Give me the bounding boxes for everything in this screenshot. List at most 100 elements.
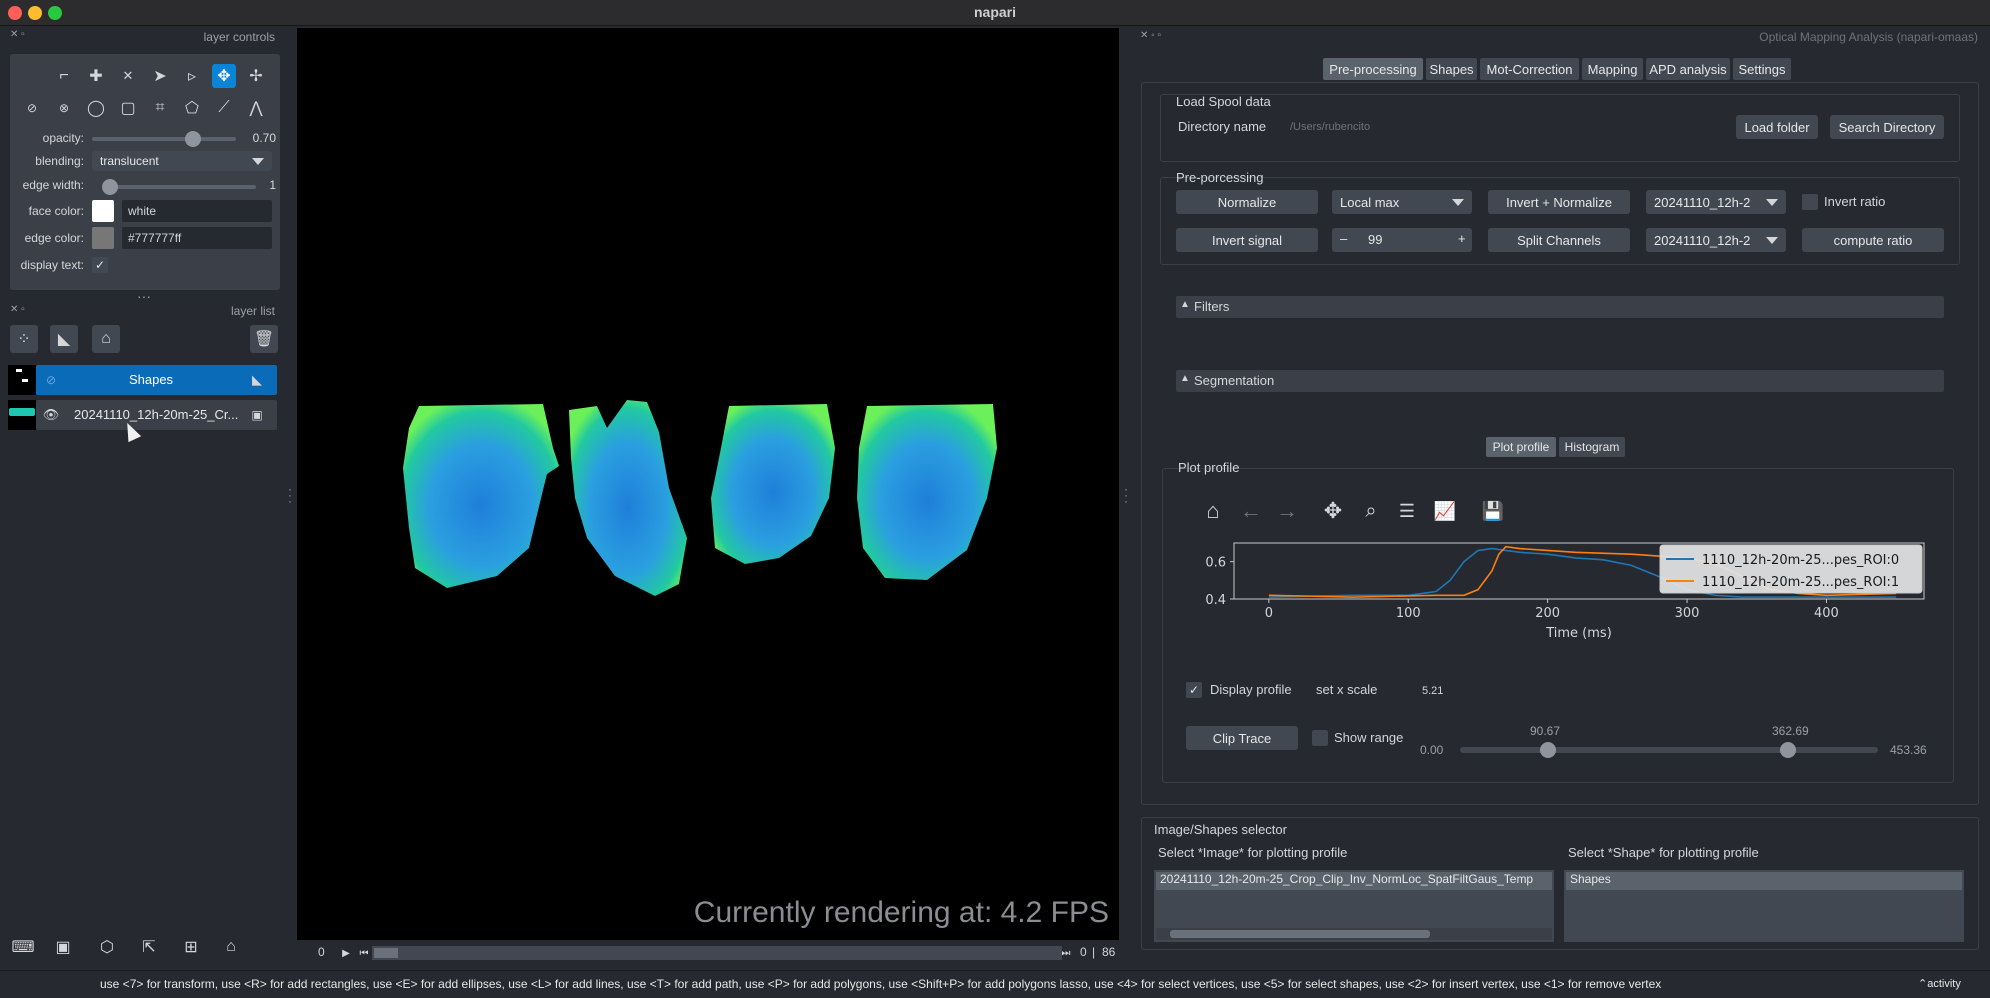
layer-row-shapes[interactable]: ⊘ Shapes ◣ xyxy=(36,365,277,395)
home-icon[interactable]: ⌂ xyxy=(1200,498,1226,524)
visibility-on-icon[interactable]: 👁 xyxy=(42,406,60,424)
invert-signal-button[interactable]: Invert signal xyxy=(1176,228,1318,252)
dock-float-icons[interactable]: ✕ ▫ xyxy=(10,29,25,40)
spin-plus-button[interactable]: + xyxy=(1458,231,1466,246)
move-front-icon[interactable]: ⊗ xyxy=(52,96,76,120)
opacity-slider-handle[interactable] xyxy=(184,131,201,147)
range-slider-track[interactable] xyxy=(1460,747,1878,753)
subplots-config-icon[interactable]: ☰ xyxy=(1394,498,1420,524)
face-color-swatch[interactable] xyxy=(92,200,114,222)
display-text-checkbox[interactable]: ✓ xyxy=(92,257,108,273)
add-path-icon[interactable]: ⋀ xyxy=(244,96,268,120)
image-list-item[interactable]: 20241110_12h-20m-25_Crop_Clip_Inv_NormLo… xyxy=(1156,872,1552,890)
image-select-2[interactable]: 20241110_12h-2 xyxy=(1646,228,1786,252)
display-profile-label: Display profile xyxy=(1210,682,1292,697)
image-select-1[interactable]: 20241110_12h-2 xyxy=(1646,190,1786,214)
edge-width-slider-handle[interactable] xyxy=(102,179,118,195)
back-arrow-icon[interactable]: ← xyxy=(1238,498,1264,524)
split-channels-button[interactable]: Split Channels xyxy=(1488,228,1630,252)
add-line-icon[interactable]: ⟋ xyxy=(212,96,236,120)
normalize-method-select[interactable]: Local max xyxy=(1332,190,1472,214)
select-shapes-icon[interactable]: ➤ xyxy=(148,64,172,88)
edge-color-field[interactable]: #777777ff xyxy=(122,227,272,249)
add-polygon-lasso-icon[interactable]: ⌗ xyxy=(148,96,172,120)
delete-shape-icon[interactable]: ✕ xyxy=(116,64,140,88)
invert-normalize-button[interactable]: Invert + Normalize xyxy=(1488,190,1630,214)
layer-list-float-icons[interactable]: ✕ ▫ xyxy=(10,304,25,315)
transform-move-icon[interactable]: ✥ xyxy=(212,64,236,88)
dock-splitter-handle[interactable]: ··· xyxy=(136,288,152,304)
rotate-icon[interactable]: ✢ xyxy=(244,64,268,88)
new-shapes-layer-icon[interactable]: ◣ xyxy=(50,325,78,353)
range-slider-high-handle[interactable] xyxy=(1780,742,1796,758)
left-splitter-handle[interactable]: · · · xyxy=(286,483,294,507)
shape-list-item[interactable]: Shapes xyxy=(1566,872,1962,890)
show-range-checkbox[interactable] xyxy=(1312,730,1328,746)
tab-pre-processing[interactable]: Pre-processing xyxy=(1323,58,1423,80)
blending-select[interactable]: translucent xyxy=(92,151,272,171)
edge-color-swatch[interactable] xyxy=(92,227,114,249)
invert-ratio-checkbox[interactable] xyxy=(1802,194,1818,210)
directory-input[interactable]: /Users/rubencito xyxy=(1284,115,1730,139)
tab-histogram[interactable]: Histogram xyxy=(1559,437,1625,457)
right-splitter-handle[interactable]: · · · xyxy=(1122,483,1130,507)
zoom-icon[interactable]: ⌕ xyxy=(1358,498,1384,524)
visibility-off-icon[interactable]: ⊘ xyxy=(42,371,60,389)
insert-vertex-icon[interactable]: ✚ xyxy=(84,64,108,88)
viewer-canvas[interactable]: Currently rendering at: 4.2 FPS xyxy=(297,28,1119,940)
tab-mot-correction[interactable]: Mot-Correction xyxy=(1480,58,1579,80)
move-back-icon[interactable]: ⊘ xyxy=(20,96,44,120)
add-polygon-icon[interactable]: ⬠ xyxy=(180,96,204,120)
activity-button[interactable]: ⌃activity xyxy=(1918,977,1961,990)
new-points-layer-icon[interactable]: ⁘ xyxy=(10,325,38,353)
collapse-arrow-icon: ▲ xyxy=(1180,299,1190,310)
dims-slider-track[interactable] xyxy=(372,946,1062,960)
image-list-scrollbar[interactable] xyxy=(1156,928,1552,940)
edit-axis-icon[interactable]: 📈 xyxy=(1432,498,1458,524)
segmentation-collapsible[interactable]: ▲ Segmentation xyxy=(1176,370,1944,392)
step-back-icon[interactable]: ⏮ xyxy=(356,945,372,961)
tab-mapping[interactable]: Mapping xyxy=(1582,58,1643,80)
forward-arrow-icon[interactable]: → xyxy=(1274,498,1300,524)
filters-collapsible[interactable]: ▲ Filters xyxy=(1176,296,1944,318)
range-low-label: 90.67 xyxy=(1530,724,1561,738)
clip-trace-button[interactable]: Clip Trace xyxy=(1186,726,1298,750)
home-icon[interactable]: ⌂ xyxy=(218,935,244,959)
shape-list[interactable]: Shapes xyxy=(1564,870,1964,942)
step-forward-icon[interactable]: ⏭ xyxy=(1058,945,1074,961)
tab-settings[interactable]: Settings xyxy=(1733,58,1791,80)
transpose-icon[interactable]: ⇱ xyxy=(136,935,162,959)
tab-apd-analysis[interactable]: APD analysis xyxy=(1646,58,1730,80)
roll-dims-icon[interactable]: ⬡ xyxy=(94,935,120,959)
add-ellipse-icon[interactable]: ◯ xyxy=(84,96,108,120)
save-figure-icon[interactable]: 💾 xyxy=(1480,498,1506,524)
display-profile-checkbox[interactable]: ✓ xyxy=(1186,682,1202,698)
add-rectangle-icon[interactable]: ▢ xyxy=(116,96,140,120)
edge-width-slider-track[interactable] xyxy=(104,185,256,189)
profile-chart[interactable]: 0 100 200 300 400 0.4 0.6 Time (ms) 1110_12h-20m… xyxy=(1190,535,1930,655)
tab-shapes[interactable]: Shapes xyxy=(1426,58,1477,80)
pan-icon[interactable]: ✥ xyxy=(1320,498,1346,524)
load-folder-button[interactable]: Load folder xyxy=(1736,115,1818,139)
console-icon[interactable]: ⌨ xyxy=(10,935,36,959)
spin-minus-button[interactable]: – xyxy=(1340,231,1347,246)
range-slider-low-handle[interactable] xyxy=(1540,742,1556,758)
select-vertices-icon[interactable]: ▹ xyxy=(180,64,204,88)
new-labels-layer-icon[interactable]: ⌂ xyxy=(92,325,120,353)
x-scale-input[interactable]: 5.21 xyxy=(1416,680,1468,702)
image-list[interactable]: 20241110_12h-20m-25_Crop_Clip_Inv_NormLo… xyxy=(1154,870,1554,942)
normalize-button[interactable]: Normalize xyxy=(1176,190,1318,214)
opacity-slider-track[interactable] xyxy=(92,137,236,141)
ndisplay-icon[interactable]: ▣ xyxy=(50,935,76,959)
face-color-field[interactable]: white xyxy=(122,200,272,222)
remove-vertex-icon[interactable]: ⌐ xyxy=(52,64,76,88)
compute-ratio-button[interactable]: compute ratio xyxy=(1802,228,1944,252)
layer-row-image[interactable]: 👁 20241110_12h-20m-25_Cr... ▣ xyxy=(36,400,277,430)
delete-layer-icon[interactable]: 🗑 xyxy=(250,325,278,353)
grid-icon[interactable]: ⊞ xyxy=(178,935,204,959)
tab-plot-profile[interactable]: Plot profile xyxy=(1486,437,1556,457)
play-icon[interactable]: ▶ xyxy=(338,945,354,961)
search-directory-button[interactable]: Search Directory xyxy=(1830,115,1944,139)
percentile-spinbox[interactable]: – 99 + xyxy=(1332,228,1472,252)
right-dock-float-icons[interactable]: ✕ ◦ ▫ xyxy=(1140,30,1161,41)
